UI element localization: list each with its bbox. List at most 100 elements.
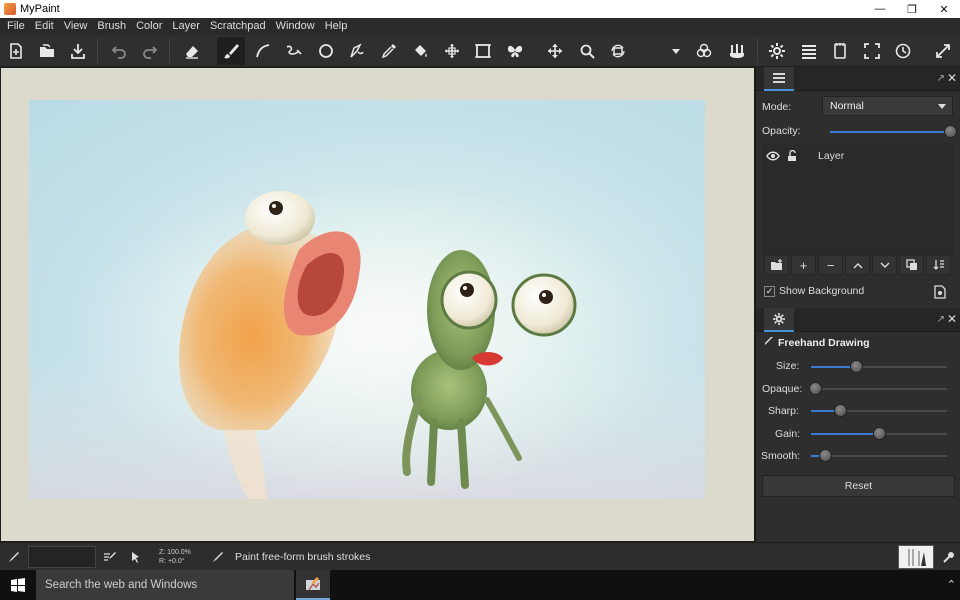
gain-slider[interactable] (811, 427, 947, 440)
background-document-icon[interactable] (934, 285, 946, 302)
taskbar-search-input[interactable]: Search the web and Windows (36, 570, 294, 600)
remove-layer-button[interactable]: − (818, 255, 843, 275)
reset-button[interactable]: Reset (762, 475, 955, 497)
rotate-view-icon[interactable] (604, 37, 632, 65)
window-title: MyPaint (20, 3, 60, 15)
gain-slider-knob[interactable] (873, 427, 886, 440)
drawing-canvas[interactable] (0, 67, 755, 542)
move-layer-down-button[interactable] (872, 255, 897, 275)
brush-settings-tab[interactable] (764, 308, 794, 332)
sharp-slider[interactable] (811, 404, 947, 417)
tray-expand-icon[interactable]: ⌃ (947, 578, 956, 591)
pan-view-icon[interactable] (541, 37, 569, 65)
title-bar: MyPaint — ❐ ✕ (0, 0, 960, 18)
menu-edit[interactable]: Edit (30, 18, 59, 35)
blend-mode-select[interactable]: Normal (822, 96, 953, 116)
windows-start-icon[interactable] (0, 570, 36, 600)
add-layer-button[interactable]: + (791, 255, 816, 275)
size-label: Size: (776, 360, 800, 372)
settings-gear-icon[interactable] (763, 37, 791, 65)
scratchpad-icon[interactable] (826, 37, 854, 65)
curve-tool-icon[interactable] (249, 37, 277, 65)
zoom-rotation-readout: Z: 100.0% R: +0.0° (159, 548, 191, 566)
move-layer-icon[interactable] (438, 37, 466, 65)
reset-button-label: Reset (844, 480, 873, 492)
brush-name: Freehand Drawing (778, 336, 870, 349)
frame-tool-icon[interactable] (469, 37, 497, 65)
opaque-slider-knob[interactable] (809, 382, 822, 395)
add-layer-group-button[interactable] (764, 255, 789, 275)
brushes-palette-icon[interactable] (723, 37, 751, 65)
brush-group-icon[interactable] (690, 37, 718, 65)
toolbar-separator (757, 39, 758, 63)
gain-slider-fill (811, 433, 879, 435)
zoom-view-icon[interactable] (573, 37, 601, 65)
fullscreen-icon[interactable] (858, 37, 886, 65)
layers-panel-header: ↗ ✕ (756, 67, 960, 91)
opacity-slider-knob[interactable] (944, 125, 957, 138)
menu-brush[interactable]: Brush (92, 18, 131, 35)
close-button[interactable]: ✕ (928, 0, 960, 18)
menu-file[interactable]: File (2, 18, 30, 35)
opacity-label: Opacity: (762, 125, 801, 137)
pin-panel-icon[interactable]: ↗ (937, 314, 945, 325)
fill-bucket-icon[interactable] (406, 37, 434, 65)
new-file-icon[interactable] (2, 37, 30, 65)
color-picker-status-icon[interactable] (941, 549, 957, 565)
open-file-icon[interactable] (33, 37, 61, 65)
size-slider-knob[interactable] (849, 360, 863, 373)
menu-layer[interactable]: Layer (167, 18, 205, 35)
brush-preview-swatch[interactable] (28, 546, 96, 568)
pin-panel-icon[interactable]: ↗ (937, 73, 945, 84)
menu-color[interactable]: Color (131, 18, 167, 35)
opaque-slider[interactable] (809, 382, 947, 395)
show-background-checkbox[interactable]: ✓ (764, 286, 775, 297)
mode-label: Mode: (762, 101, 792, 113)
current-brush-icon[interactable] (5, 549, 21, 565)
layer-name: Layer (818, 150, 845, 162)
sharp-slider-knob[interactable] (833, 404, 847, 417)
mypaint-taskbar-icon[interactable] (296, 570, 330, 600)
merge-layer-button[interactable] (926, 255, 951, 275)
duplicate-layer-button[interactable] (899, 255, 924, 275)
edit-brush-icon[interactable] (102, 549, 118, 565)
menu-window[interactable]: Window (271, 18, 320, 35)
smooth-slider-knob[interactable] (818, 449, 832, 462)
opacity-slider[interactable] (830, 125, 957, 138)
window-controls: — ❐ ✕ (864, 0, 960, 18)
save-file-icon[interactable] (64, 37, 92, 65)
symmetry-butterfly-icon[interactable] (501, 37, 529, 65)
color-picker-icon[interactable] (375, 37, 403, 65)
mypaint-app-icon (4, 3, 16, 15)
move-layer-up-button[interactable] (845, 255, 870, 275)
layers-stack-icon[interactable] (795, 37, 823, 65)
close-panel-icon[interactable]: ✕ (947, 71, 957, 85)
inking-tool-icon[interactable] (280, 37, 308, 65)
pen-tool-icon[interactable] (343, 37, 371, 65)
more-dropdown-icon[interactable] (662, 37, 690, 65)
maximize-button[interactable]: ❐ (896, 0, 928, 18)
freehand-brush-icon[interactable] (217, 37, 245, 65)
expand-arrows-icon[interactable] (929, 37, 957, 65)
menu-view[interactable]: View (59, 18, 93, 35)
undo-icon[interactable] (105, 37, 133, 65)
document-thumbnail[interactable] (898, 545, 934, 569)
eraser-icon[interactable] (178, 37, 206, 65)
layers-tab[interactable] (764, 67, 794, 91)
brush-name-heading: Freehand Drawing (764, 336, 870, 349)
redo-icon[interactable] (136, 37, 164, 65)
main-toolbar (0, 35, 960, 67)
smooth-slider[interactable] (811, 449, 947, 462)
menu-help[interactable]: Help (320, 18, 353, 35)
ellipse-tool-icon[interactable] (312, 37, 340, 65)
unlock-icon[interactable] (784, 148, 800, 164)
visibility-eye-icon[interactable] (765, 148, 781, 164)
status-bar: Z: 100.0% R: +0.0° Paint free-form brush… (0, 542, 960, 570)
size-slider[interactable] (811, 360, 947, 373)
minimize-button[interactable]: — (864, 0, 896, 18)
menu-scratchpad[interactable]: Scratchpad (205, 18, 271, 35)
pick-context-icon[interactable] (128, 549, 144, 565)
layer-row[interactable]: Layer (762, 145, 955, 167)
history-clock-icon[interactable] (889, 37, 917, 65)
close-panel-icon[interactable]: ✕ (947, 312, 957, 326)
